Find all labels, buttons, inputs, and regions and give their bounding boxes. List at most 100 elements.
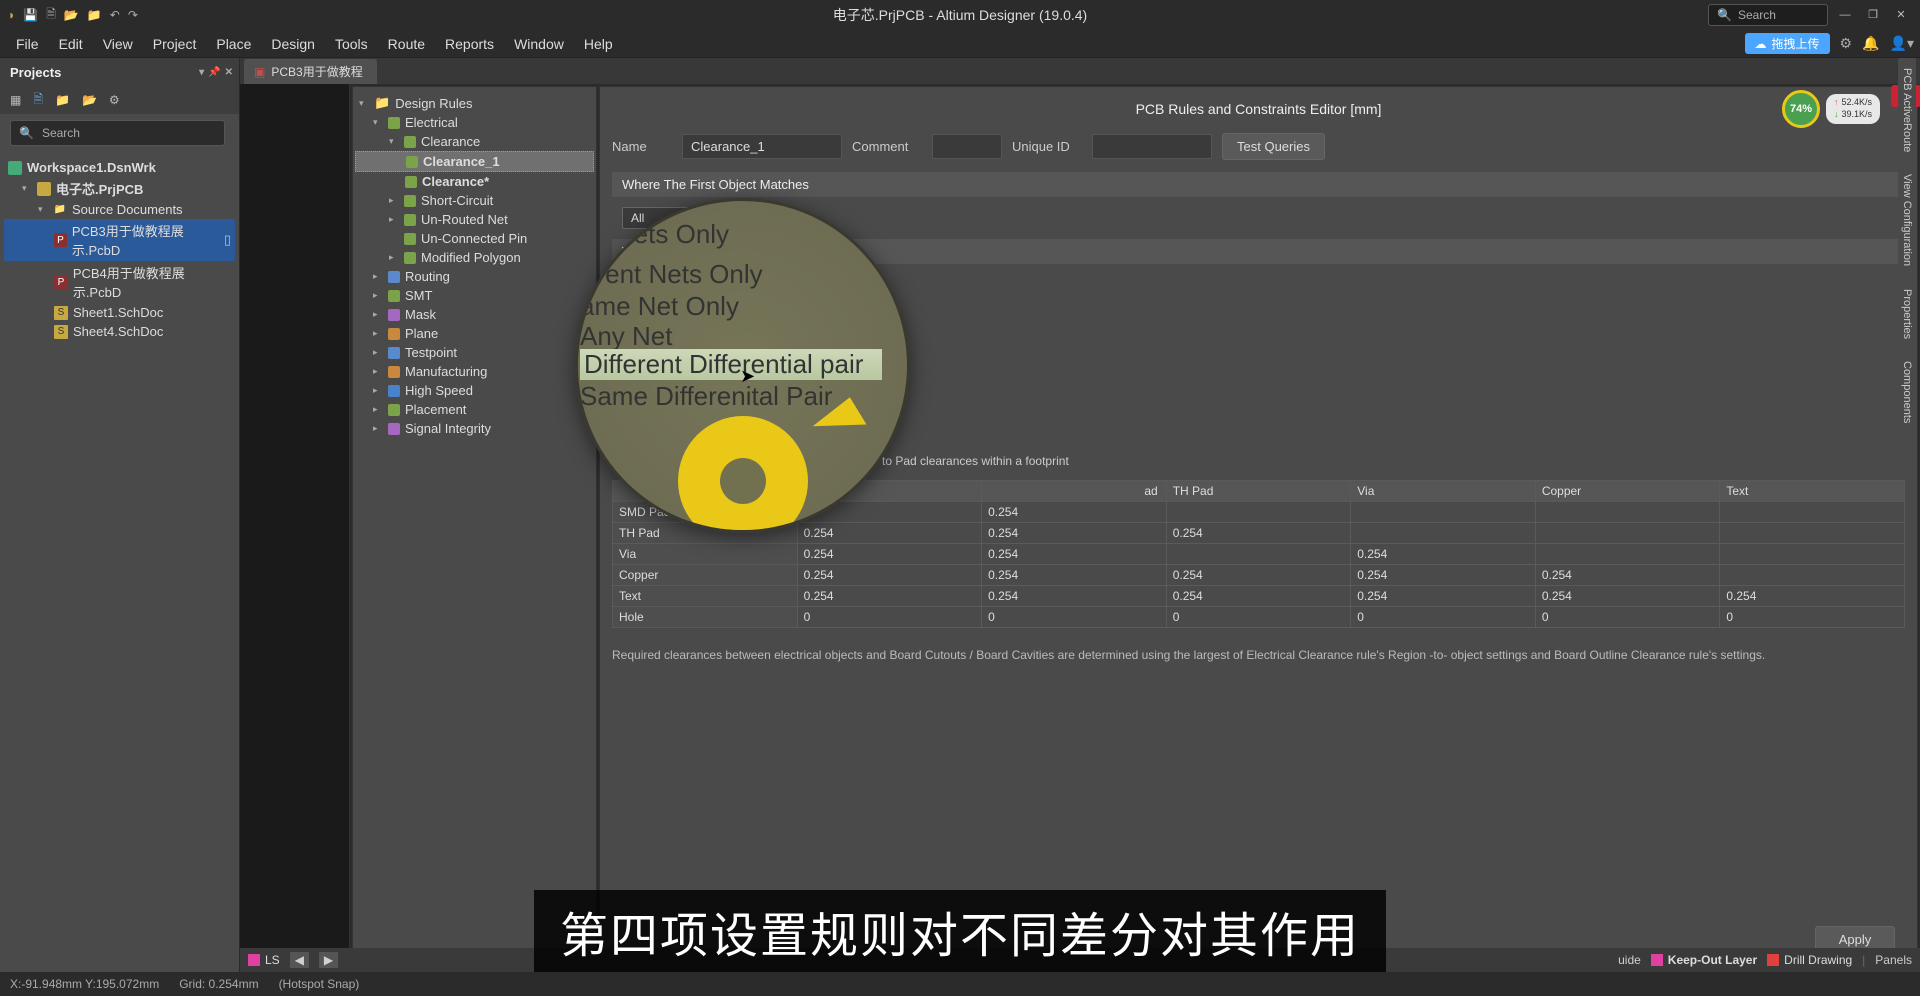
matrix-cell[interactable]: 0.254 — [1351, 565, 1536, 586]
caret-icon[interactable]: ▾ — [38, 204, 48, 215]
dock-tab-activeroute[interactable]: PCB ActiveRoute — [1898, 58, 1916, 162]
redo-icon[interactable]: ↷ — [128, 8, 138, 22]
rules-highspeed[interactable]: ▸ High Speed — [355, 381, 594, 400]
comment-input[interactable] — [932, 134, 1002, 159]
matrix-cell[interactable]: 0.254 — [982, 502, 1167, 523]
matrix-cell[interactable]: 0.254 — [1351, 544, 1536, 565]
toolbar-settings-icon[interactable]: ⚙ — [109, 93, 120, 107]
matrix-cell[interactable]: 0 — [1166, 607, 1351, 628]
matrix-cell[interactable]: 0.254 — [1720, 586, 1905, 607]
rules-placement[interactable]: ▸ Placement — [355, 400, 594, 419]
matrix-cell[interactable] — [1720, 523, 1905, 544]
pcb-canvas[interactable] — [240, 84, 350, 972]
project-search-input[interactable]: 🔍 Search — [10, 120, 225, 146]
panel-close-icon[interactable]: ✕ — [225, 67, 233, 78]
rules-manufacturing[interactable]: ▸ Manufacturing — [355, 362, 594, 381]
matrix-cell[interactable]: 0.254 — [1535, 565, 1720, 586]
test-queries-button[interactable]: Test Queries — [1222, 133, 1325, 160]
matrix-cell[interactable]: 0 — [982, 607, 1167, 628]
dock-tab-components[interactable]: Components — [1898, 351, 1916, 433]
save-icon[interactable]: 💾 — [23, 8, 38, 22]
bell-icon[interactable]: 🔔 — [1862, 35, 1879, 52]
menu-view[interactable]: View — [93, 32, 143, 56]
layer-guide[interactable]: uide — [1618, 953, 1641, 967]
file-sheet1[interactable]: S Sheet1.SchDoc — [4, 303, 235, 322]
matrix-cell[interactable]: 0.254 — [1166, 586, 1351, 607]
rules-clearance-1[interactable]: Clearance_1 — [355, 151, 594, 172]
name-input[interactable] — [682, 134, 842, 159]
rules-clearance[interactable]: ▾ Clearance — [355, 132, 594, 151]
matrix-cell[interactable]: 0.254 — [797, 586, 982, 607]
rules-mask[interactable]: ▸ Mask — [355, 305, 594, 324]
layer-ls[interactable]: LS — [248, 953, 280, 967]
rules-signal-integrity[interactable]: ▸ Signal Integrity — [355, 419, 594, 438]
caret-icon[interactable]: ▾ — [22, 183, 32, 194]
rules-unconnected[interactable]: Un-Connected Pin — [355, 229, 594, 248]
rules-clearance-star[interactable]: Clearance* — [355, 172, 594, 191]
matrix-cell[interactable]: 0.254 — [982, 586, 1167, 607]
file-sheet4[interactable]: S Sheet4.SchDoc — [4, 322, 235, 341]
matrix-cell[interactable] — [1166, 502, 1351, 523]
layer-drill-drawing[interactable]: Drill Drawing — [1767, 953, 1852, 967]
gear-icon[interactable]: ⚙ — [1840, 35, 1853, 52]
toolbar-compile-icon[interactable]: ▦ — [10, 93, 21, 107]
menu-design[interactable]: Design — [261, 32, 325, 56]
doc-tab-pcb3[interactable]: ▣ PCB3用于做教程 — [244, 59, 377, 84]
undo-icon[interactable]: ↶ — [110, 8, 120, 22]
matrix-cell[interactable]: 0.254 — [1351, 586, 1536, 607]
matrix-cell[interactable]: 0 — [797, 607, 982, 628]
matrix-cell[interactable] — [1720, 565, 1905, 586]
matrix-cell[interactable]: 0.254 — [982, 523, 1167, 544]
layer-next-icon[interactable]: ▶ — [319, 952, 338, 968]
user-icon[interactable]: 👤▾ — [1890, 35, 1914, 52]
matrix-cell[interactable]: 0.254 — [1535, 586, 1720, 607]
rules-electrical[interactable]: ▾ Electrical — [355, 113, 594, 132]
toolbar-folder-icon[interactable]: 📁 — [55, 93, 70, 107]
menu-place[interactable]: Place — [206, 32, 261, 56]
matrix-cell[interactable]: 0.254 — [797, 544, 982, 565]
matrix-cell[interactable] — [1166, 544, 1351, 565]
matrix-cell[interactable]: 0.254 — [797, 565, 982, 586]
close-window-button[interactable]: ✕ — [1890, 6, 1912, 24]
rules-smt[interactable]: ▸ SMT — [355, 286, 594, 305]
matrix-cell[interactable] — [1720, 544, 1905, 565]
layer-keepout[interactable]: Keep-Out Layer — [1651, 953, 1757, 967]
open-icon[interactable]: 📂 — [64, 8, 79, 22]
matrix-cell[interactable]: 0.254 — [1166, 565, 1351, 586]
panel-dropdown-icon[interactable]: ▾ — [199, 67, 204, 78]
rules-short-circuit[interactable]: ▸ Short-Circuit — [355, 191, 594, 210]
workspace-node[interactable]: Workspace1.DsnWrk — [4, 158, 235, 177]
menu-window[interactable]: Window — [504, 32, 574, 56]
rules-root[interactable]: ▾📁 Design Rules — [355, 93, 594, 113]
matrix-cell[interactable] — [1351, 502, 1536, 523]
panels-button[interactable]: Panels — [1875, 953, 1912, 967]
menu-route[interactable]: Route — [378, 32, 435, 56]
rules-modified-polygon[interactable]: ▸ Modified Polygon — [355, 248, 594, 267]
toolbar-folder2-icon[interactable]: 📂 — [82, 93, 97, 107]
minimize-button[interactable]: — — [1834, 6, 1856, 24]
mag-option-highlighted[interactable]: Different Differential pair — [580, 349, 882, 380]
progress-percent[interactable]: 74% — [1782, 90, 1820, 128]
matrix-cell[interactable] — [1535, 523, 1720, 544]
menu-project[interactable]: Project — [143, 32, 207, 56]
matrix-cell[interactable]: 0 — [1720, 607, 1905, 628]
rules-testpoint[interactable]: ▸ Testpoint — [355, 343, 594, 362]
file-pcb3[interactable]: P PCB3用于做教程展示.PcbD ▯ — [4, 219, 235, 261]
matrix-cell[interactable] — [1535, 544, 1720, 565]
matrix-cell[interactable] — [1351, 523, 1536, 544]
matrix-cell[interactable]: 0 — [1535, 607, 1720, 628]
save-all-icon[interactable]: 🗎 — [46, 5, 56, 26]
project-node[interactable]: ▾ 电子芯.PrjPCB — [4, 177, 235, 200]
dock-tab-viewconfig[interactable]: View Configuration — [1898, 164, 1916, 276]
matrix-cell[interactable]: 0 — [1351, 607, 1536, 628]
folder-icon[interactable]: 📁 — [87, 8, 102, 22]
dock-tab-properties[interactable]: Properties — [1898, 279, 1916, 349]
upload-button[interactable]: ☁ 拖拽上传 — [1745, 33, 1830, 54]
matrix-cell[interactable]: 0.254 — [982, 565, 1167, 586]
menu-tools[interactable]: Tools — [325, 32, 378, 56]
menu-help[interactable]: Help — [574, 32, 623, 56]
menu-edit[interactable]: Edit — [49, 32, 93, 56]
layer-prev-icon[interactable]: ◀ — [290, 952, 309, 968]
rules-plane[interactable]: ▸ Plane — [355, 324, 594, 343]
matrix-cell[interactable] — [1720, 502, 1905, 523]
